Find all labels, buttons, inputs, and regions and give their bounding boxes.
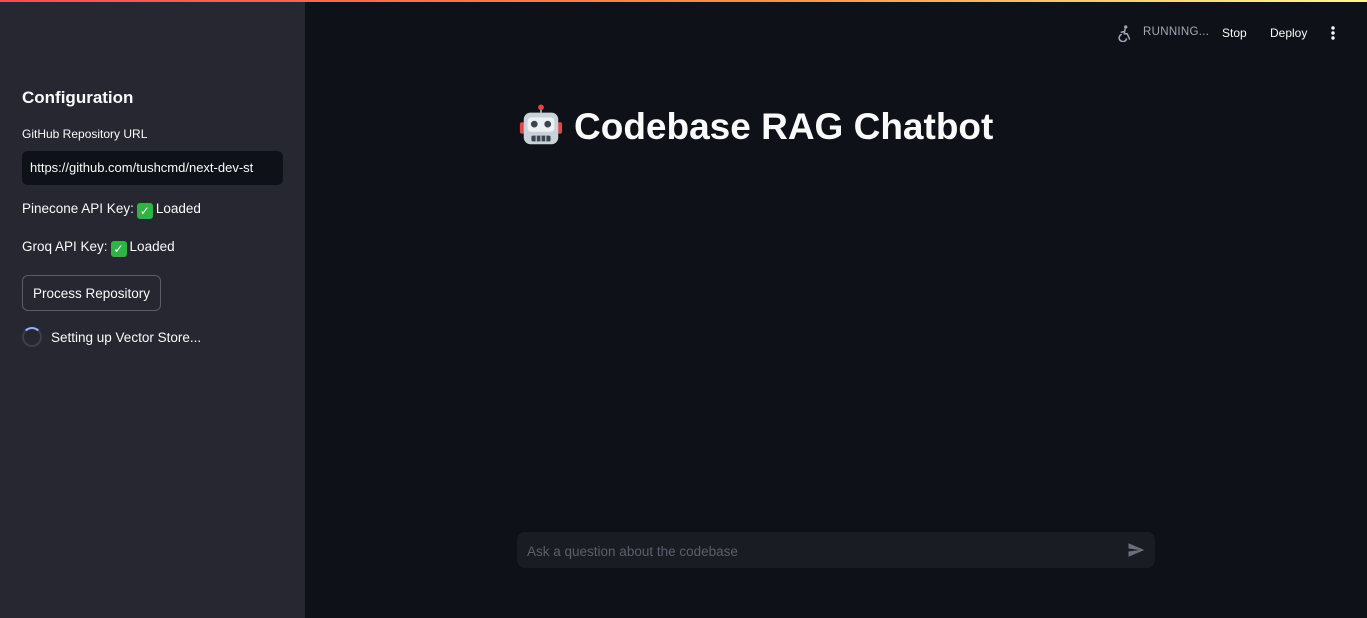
vertical-dots-icon[interactable] [1326,24,1340,42]
groq-label: Groq API Key: [22,239,108,254]
deploy-button[interactable]: Deploy [1270,26,1307,40]
check-icon: ✓ [136,203,153,219]
sidebar-title: Configuration [22,88,134,107]
chat-input[interactable] [525,532,1119,570]
pinecone-status-text: Loaded [155,201,201,216]
groq-status-text: Loaded [129,239,175,254]
pinecone-label: Pinecone API Key: [22,201,134,216]
pinecone-status: Pinecone API Key: ✓ Loaded [22,201,201,219]
top-progress-line [0,0,1367,2]
groq-status: Groq API Key: ✓ Loaded [22,239,175,257]
running-person-icon [1118,25,1131,42]
page-title-text: Codebase RAG Chatbot [574,106,994,147]
send-icon[interactable] [1127,541,1145,559]
chat-input-container [517,532,1155,570]
robot-icon [519,104,563,145]
repo-url-input[interactable]: https://github.com/tushcmd/next-dev-st [22,151,283,185]
page-title: Codebase RAG Chatbot [518,104,993,150]
stop-button[interactable]: Stop [1222,26,1247,40]
repo-url-label: GitHub Repository URL [22,127,148,141]
check-icon: ✓ [110,241,127,257]
sidebar: Configuration GitHub Repository URL http… [0,0,305,618]
spinner-text: Setting up Vector Store... [51,329,202,345]
spinner-icon [22,327,42,347]
spinner-status: Setting up Vector Store... [22,327,201,347]
running-status: RUNNING... [1143,26,1210,38]
process-repository-button[interactable]: Process Repository [22,275,161,311]
